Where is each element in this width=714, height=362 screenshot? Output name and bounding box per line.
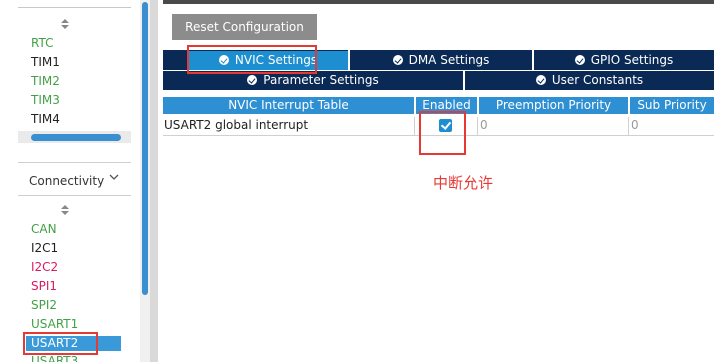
tab-label: GPIO Settings [590, 53, 674, 67]
interrupt-name-cell: USART2 global interrupt [164, 118, 309, 132]
reset-configuration-button[interactable]: Reset Configuration [172, 14, 317, 40]
tab-separator [463, 70, 465, 90]
check-circle-icon [535, 75, 546, 85]
sort-icon[interactable] [61, 19, 69, 31]
cell-divider [628, 117, 629, 135]
sidebar-item-i2c2[interactable]: I2C2 [31, 260, 58, 275]
top-strip [163, 0, 714, 4]
sidebar-item-tim2[interactable]: TIM2 [31, 74, 60, 89]
annotation-text: 中断允许 [433, 174, 494, 192]
highlight-box-nvic-tab [187, 45, 317, 74]
sidebar-hscroll-thumb[interactable] [31, 134, 121, 141]
left-sidebar: RTC TIM1 TIM2 TIM3 TIM4 Connectivity CAN… [0, 0, 140, 362]
tab-label: DMA Settings [408, 53, 490, 67]
sidebar-item-rtc[interactable]: RTC [31, 36, 53, 51]
tab-dma-settings[interactable]: DMA Settings [350, 51, 532, 70]
highlight-box-enabled [419, 111, 466, 155]
tab-label: Parameter Settings [263, 73, 379, 87]
tab-user-constants[interactable]: User Constants [465, 71, 714, 90]
sidebar-separator [18, 195, 131, 196]
column-header-sub-priority[interactable]: Sub Priority [630, 97, 714, 114]
sort-icon[interactable] [61, 205, 69, 217]
highlight-box-usart2 [23, 332, 98, 355]
sidebar-item-tim3[interactable]: TIM3 [31, 93, 60, 108]
sidebar-item-tim4[interactable]: TIM4 [31, 112, 60, 127]
sidebar-item-usart1[interactable]: USART1 [31, 317, 78, 332]
sidebar-item-spi1[interactable]: SPI1 [31, 279, 57, 294]
sidebar-separator [18, 162, 131, 163]
check-circle-icon [247, 75, 258, 85]
sidebar-item-tim1[interactable]: TIM1 [31, 55, 60, 70]
cell-divider [414, 117, 415, 135]
sidebar-vscroll-thumb[interactable] [142, 2, 148, 295]
sidebar-item-can[interactable]: CAN [31, 222, 57, 237]
sidebar-item-usart3[interactable]: USART3 [31, 354, 78, 362]
panel-divider[interactable] [150, 0, 158, 362]
check-circle-icon [392, 55, 403, 65]
column-header-interrupt[interactable]: NVIC Interrupt Table [163, 97, 414, 114]
cell-divider [477, 117, 478, 135]
chevron-down-icon[interactable] [109, 174, 119, 184]
column-header-preemption[interactable]: Preemption Priority [479, 97, 628, 114]
tab-label: User Constants [551, 73, 644, 87]
tab-separator [532, 50, 534, 70]
sidebar-item-i2c1[interactable]: I2C1 [31, 241, 58, 256]
sub-priority-cell[interactable]: 0 [631, 117, 639, 134]
tab-separator [348, 50, 350, 70]
preemption-priority-cell[interactable]: 0 [480, 117, 488, 134]
tab-gpio-settings[interactable]: GPIO Settings [534, 51, 714, 70]
sidebar-item-spi2[interactable]: SPI2 [31, 298, 57, 313]
connectivity-category[interactable]: Connectivity [29, 174, 104, 188]
sidebar-top-border [18, 7, 131, 8]
check-circle-icon [574, 55, 585, 65]
